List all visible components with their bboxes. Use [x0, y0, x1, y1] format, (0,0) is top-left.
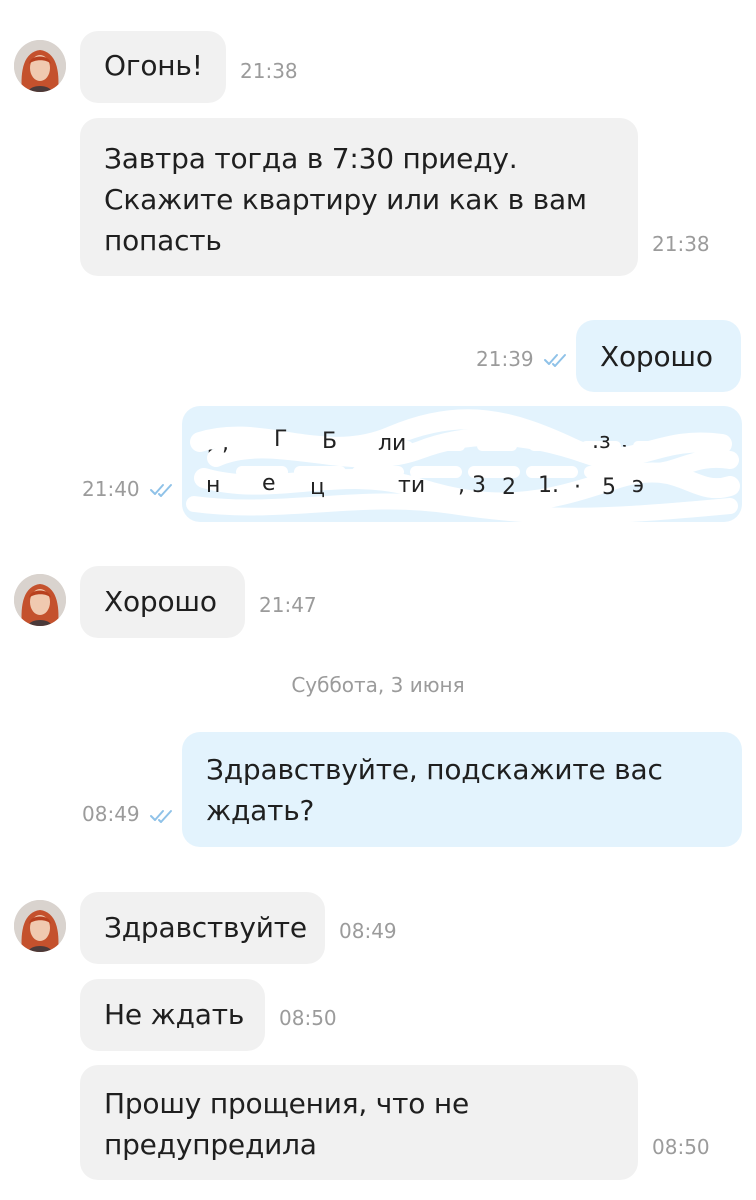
message-time: 08:50: [652, 1135, 710, 1159]
avatar[interactable]: [14, 574, 66, 626]
message-text-line: попасть: [104, 224, 222, 257]
message-text: Огонь!: [104, 49, 203, 82]
message-time: 21:38: [240, 59, 298, 83]
message-time: 08:49: [339, 919, 397, 943]
message-bubble[interactable]: Хорошо: [80, 566, 245, 638]
message-text-line: Завтра тогда в 7:30 приеду.: [104, 142, 518, 175]
message-text-line: Здравствуйте, подскажите вас: [206, 753, 663, 786]
message-text-line: Прошу прощения, что не: [104, 1087, 470, 1120]
message-text-line: у: [622, 434, 639, 467]
message-text: Хорошо: [600, 340, 713, 373]
double-check-icon: [149, 482, 175, 498]
message-text-line: ждать?: [206, 794, 315, 827]
double-check-icon: [149, 808, 175, 824]
double-check-icon: [543, 352, 569, 368]
message-bubble[interactable]: Не ждать: [80, 979, 265, 1051]
avatar-icon: [14, 40, 66, 92]
message-time: 21:38: [652, 232, 710, 256]
message-bubble[interactable]: Прошу прощения, что не предупредила: [80, 1065, 638, 1180]
message-time: 08:49: [82, 802, 140, 826]
message-time: 21:47: [259, 593, 317, 617]
date-separator: Суббота, 3 июня: [291, 673, 465, 697]
avatar-icon: [14, 574, 66, 626]
message-text: Не ждать: [104, 998, 245, 1031]
message-bubble[interactable]: Здравствуйте, подскажите вас ждать?: [182, 732, 742, 847]
message-bubble[interactable]: Здравствуйте: [80, 892, 325, 964]
message-text: Здравствуйте: [104, 911, 307, 944]
message-time: 21:40: [82, 477, 140, 501]
message-text-line: Скажите квартиру или как в вам: [104, 183, 587, 216]
avatar[interactable]: [14, 40, 66, 92]
message-bubble[interactable]: Хорошо: [576, 320, 741, 392]
message-text-line: предупредила: [104, 1128, 317, 1161]
message-bubble[interactable]: Завтра тогда в 7:30 приеду. Скажите квар…: [80, 118, 638, 276]
message-bubble[interactable]: Огонь!: [80, 31, 226, 103]
message-bubble[interactable]: Р у: [182, 406, 742, 522]
avatar[interactable]: [14, 900, 66, 952]
avatar-icon: [14, 900, 66, 952]
message-time: 08:50: [279, 1006, 337, 1030]
message-time: 21:39: [476, 347, 534, 371]
message-text: Хорошо: [104, 585, 217, 618]
